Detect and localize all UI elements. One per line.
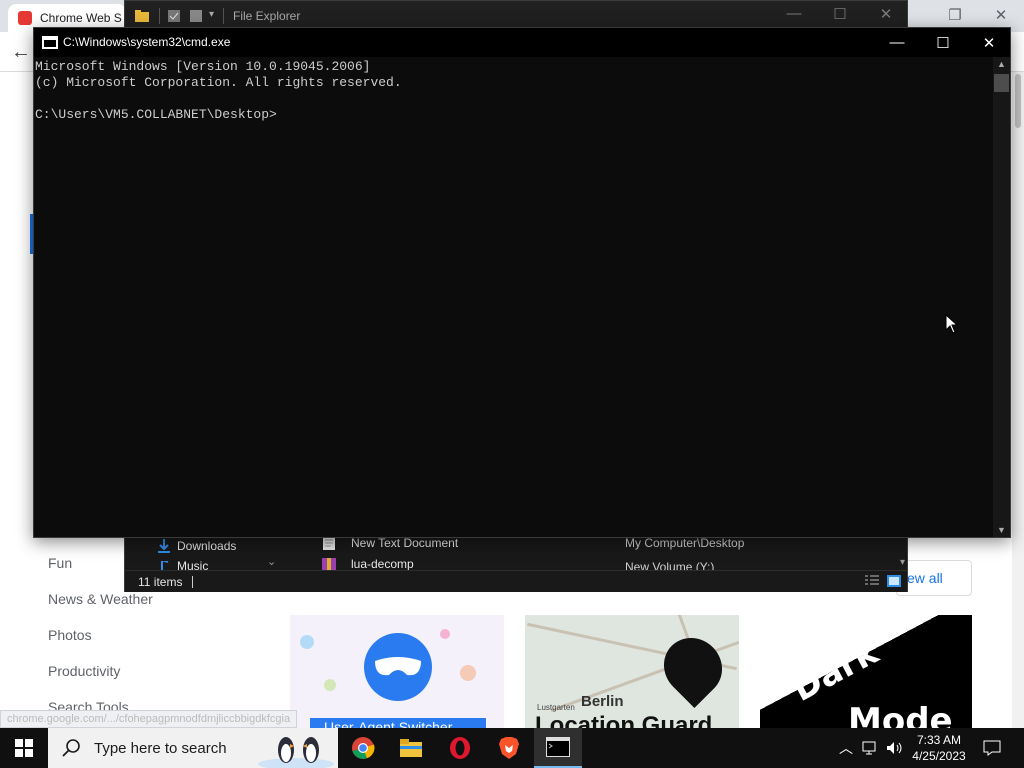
category-photos[interactable]: Photos (48, 620, 153, 656)
chrome-tab-title: Chrome Web S (40, 11, 122, 25)
file-name: New Text Document (351, 536, 459, 550)
search-placeholder: Type here to search (94, 739, 227, 757)
opera-icon (450, 737, 470, 759)
large-icons-view-icon[interactable] (887, 575, 901, 587)
cmd-titlebar[interactable]: C:\Windows\system32\cmd.exe — ☐ ✕ (34, 28, 1010, 57)
chrome-web-store-favicon-icon (18, 11, 32, 25)
tile3-word-mode: Mode (848, 701, 953, 728)
file-list-scroll-down-icon[interactable]: ▾ (900, 557, 905, 568)
extension-tile-dark-mode[interactable]: Dark Mode (760, 615, 972, 728)
console-line: (c) Microsoft Corporation. All rights re… (35, 75, 402, 90)
nav-item-downloads[interactable]: Downloads (157, 539, 236, 553)
map-label-lustgarten: Lustgarten (537, 703, 575, 712)
search-icon (62, 739, 80, 757)
volume-icon[interactable] (884, 728, 906, 768)
console-line: Microsoft Windows [Version 10.0.19045.20… (35, 59, 371, 74)
cmd-console-output[interactable]: Microsoft Windows [Version 10.0.19045.20… (34, 57, 994, 537)
file-name: lua-decomp (351, 558, 414, 570)
explorer-minimize-icon[interactable]: — (771, 5, 817, 22)
taskbar: Type here to search ︿ 7:33 AM 4/25/2023 (0, 728, 1024, 768)
tile1-caption: User-Agent Switcher (310, 718, 486, 728)
file-explorer-icon (400, 739, 422, 757)
music-note-icon (161, 561, 169, 570)
quick-access-dropdown-icon[interactable]: ▾ (209, 9, 214, 20)
link-status-bubble: chrome.google.com/.../cfohepagpmnodfdmjl… (0, 710, 298, 728)
tile2-caption: Location Guard (535, 712, 713, 728)
folder-icon (135, 10, 149, 22)
cmd-scrollbar-thumb[interactable] (994, 74, 1009, 92)
cmd-maximize-icon[interactable]: ☐ (920, 28, 966, 57)
cmd-scrollbar[interactable]: ▲ ▼ (993, 57, 1010, 537)
nav-item-music-label: Music (177, 561, 209, 570)
cmd-title: C:\Windows\system32\cmd.exe (63, 35, 231, 49)
scroll-down-arrow-icon[interactable]: ▼ (997, 525, 1006, 535)
network-icon[interactable] (860, 728, 882, 768)
item-count: 11 items (138, 575, 183, 589)
details-view-icon[interactable] (865, 575, 879, 587)
console-prompt: C:\Users\VM5.COLLABNET\Desktop> (35, 107, 277, 122)
taskbar-cmd[interactable] (534, 728, 582, 768)
taskbar-brave[interactable] (485, 728, 533, 768)
brave-icon (499, 737, 519, 759)
file-location: My Computer\Desktop (625, 536, 745, 550)
explorer-status-bar: 11 items (125, 570, 907, 592)
chrome-restore-icon[interactable]: ❐ (932, 0, 978, 30)
clock-time: 7:33 AM (916, 733, 962, 747)
new-folder-icon[interactable] (189, 9, 203, 23)
location-pin-icon (651, 625, 735, 709)
extension-tile-user-agent-switcher[interactable]: User-Agent Switcher (290, 615, 504, 728)
extension-tiles: User-Agent Switcher Berlin Lustgarten Lo… (290, 615, 980, 728)
downloads-arrow-icon (158, 539, 170, 553)
cmd-minimize-icon[interactable]: — (874, 28, 920, 57)
map-label-berlin: Berlin (581, 693, 624, 710)
archive-file-icon (322, 558, 336, 570)
mouse-cursor-icon (945, 314, 959, 334)
explorer-maximize-icon[interactable]: ☐ (817, 5, 863, 23)
notification-center-icon[interactable] (978, 728, 1006, 768)
cmd-close-icon[interactable]: ✕ (966, 28, 1012, 57)
nav-scroll-down-icon[interactable]: ⌄ (267, 555, 276, 568)
cmd-window-icon (42, 36, 58, 49)
category-productivity[interactable]: Productivity (48, 656, 153, 692)
chrome-icon (352, 737, 375, 759)
cmd-icon (546, 737, 570, 757)
cmd-window[interactable]: C:\Windows\system32\cmd.exe — ☐ ✕ Micros… (33, 27, 1011, 538)
file-row[interactable]: lua-decomp (321, 558, 414, 570)
nav-item-downloads-label: Downloads (177, 539, 237, 553)
back-arrow-icon[interactable]: ← (8, 40, 34, 64)
taskbar-clock[interactable]: 7:33 AM 4/25/2023 (908, 732, 970, 764)
taskbar-file-explorer[interactable] (387, 728, 435, 768)
nav-item-music[interactable]: Music (157, 561, 208, 570)
windows-logo-icon (15, 739, 33, 757)
scroll-up-arrow-icon[interactable]: ▲ (997, 59, 1006, 69)
taskbar-chrome[interactable] (339, 728, 387, 768)
chrome-scrollbar-thumb[interactable] (1015, 74, 1021, 128)
clock-date: 4/25/2023 (912, 749, 966, 763)
taskbar-opera[interactable] (436, 728, 484, 768)
chrome-scrollbar[interactable] (1012, 72, 1024, 728)
extension-tile-location-guard[interactable]: Berlin Lustgarten Location Guard (525, 615, 739, 728)
show-hidden-icons-chevron-icon[interactable]: ︿ (836, 728, 856, 768)
file-location: New Volume (Y:) (625, 560, 715, 570)
chrome-close-icon[interactable]: ✕ (978, 0, 1024, 30)
mask-logo-icon (364, 633, 432, 701)
file-explorer-title: File Explorer (233, 9, 301, 23)
explorer-close-icon[interactable]: ✕ (863, 5, 909, 23)
start-button[interactable] (0, 728, 48, 768)
search-highlight-penguins-icon[interactable] (256, 730, 336, 768)
properties-icon[interactable] (167, 9, 181, 23)
